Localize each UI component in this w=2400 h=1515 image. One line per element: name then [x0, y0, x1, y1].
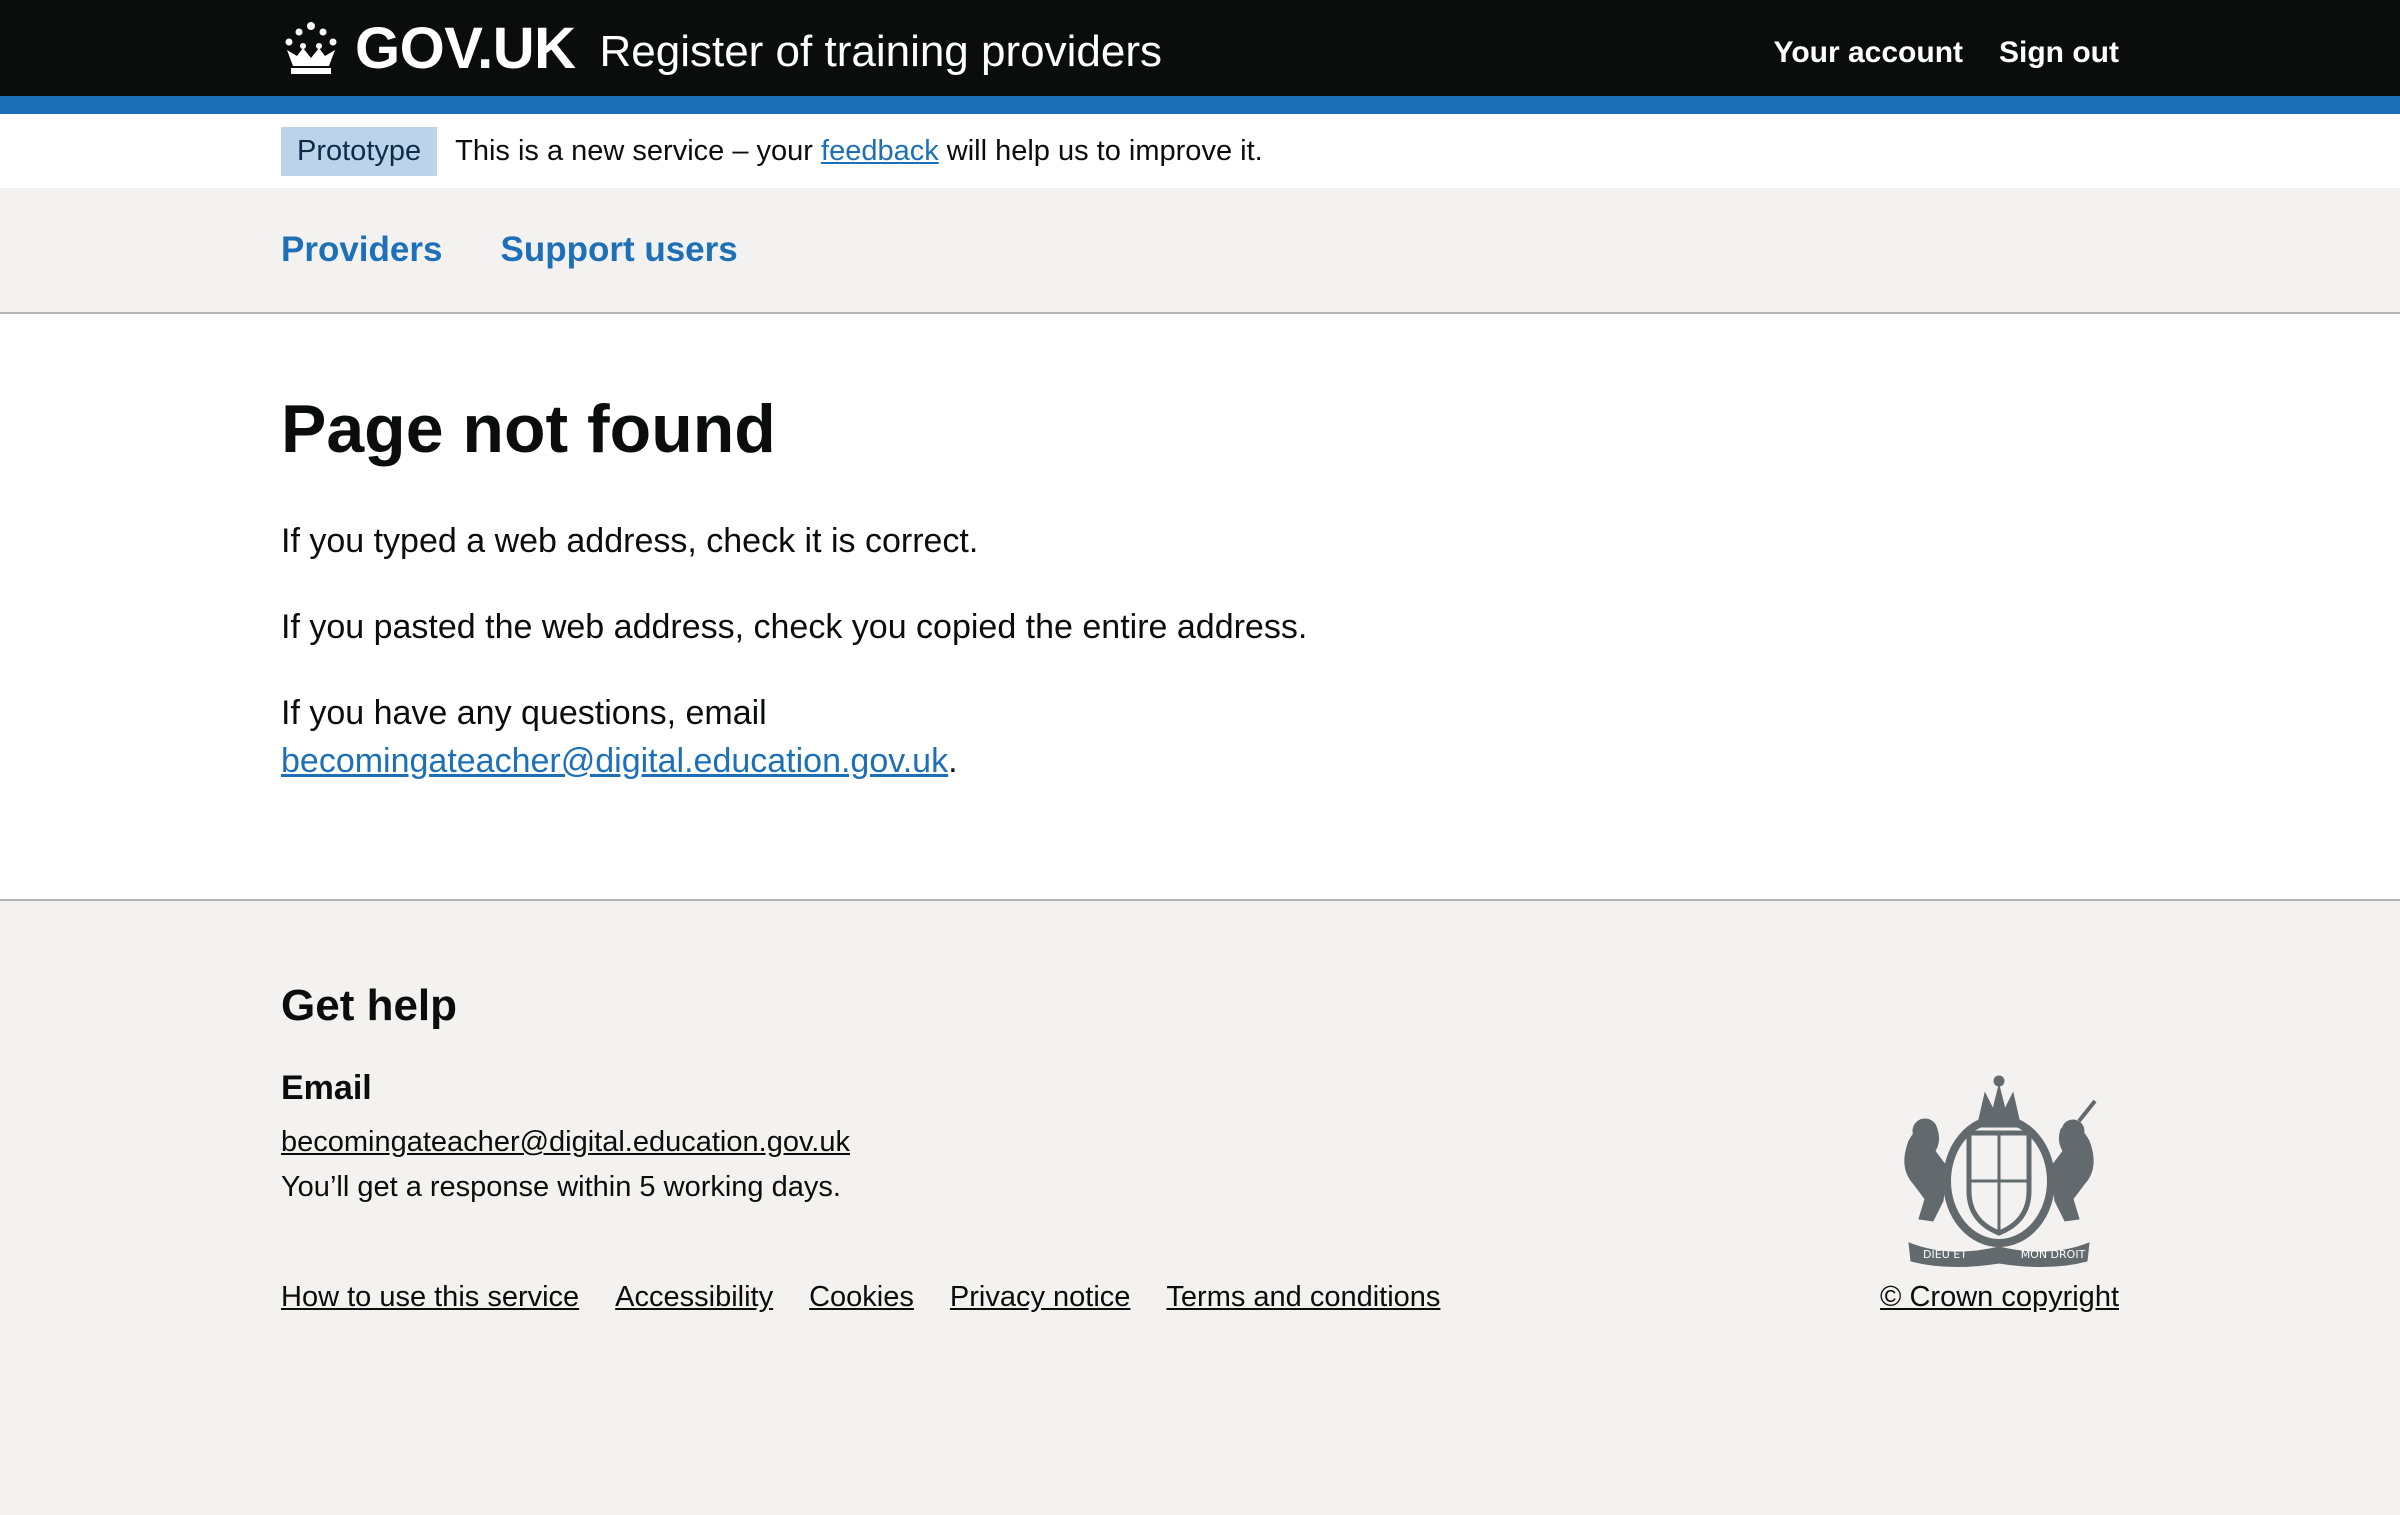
questions-paragraph: If you have any questions, email becomin… [281, 689, 2119, 785]
crest-motto-right: MON DROIT [2021, 1248, 2086, 1261]
questions-full-stop: . [948, 741, 958, 780]
crown-copyright-link[interactable]: © Crown copyright [1880, 1281, 2119, 1313]
footer-email-link[interactable]: becomingateacher@digital.education.gov.u… [281, 1126, 850, 1158]
phase-banner: Prototype This is a new service – your f… [0, 114, 2400, 188]
crest-motto-left: DIEU ET [1923, 1248, 1967, 1261]
phase-text-before: This is a new service – your [455, 134, 813, 167]
header-navigation: Your account Sign out [1774, 36, 2119, 70]
primary-navigation: Providers Support users [0, 188, 2400, 314]
footer-link-accessibility[interactable]: Accessibility [615, 1281, 773, 1314]
site-header: GOV.UK Register of training providers Yo… [0, 0, 2400, 96]
main-content: Page not found If you typed a web addres… [0, 314, 2400, 901]
your-account-link[interactable]: Your account [1774, 36, 1963, 70]
royal-coat-of-arms-icon: DIEU ET MON DROIT [1904, 1075, 2097, 1268]
header-blue-bar [0, 96, 2400, 114]
crown-copyright: © Crown copyright [1880, 1281, 2119, 1314]
footer-link-cookies[interactable]: Cookies [809, 1281, 914, 1314]
support-email-link[interactable]: becomingateacher@digital.education.gov.u… [281, 742, 948, 780]
footer-link-privacy-notice[interactable]: Privacy notice [950, 1281, 1131, 1314]
site-footer: Get help Email becomingateacher@digital.… [0, 901, 2400, 1515]
nav-item-support-users[interactable]: Support users [500, 230, 737, 270]
footer-get-help-heading: Get help [281, 981, 458, 1030]
crown-icon [285, 22, 337, 74]
service-name[interactable]: Register of training providers [599, 27, 1161, 77]
footer-link-terms[interactable]: Terms and conditions [1166, 1281, 1440, 1314]
footer-link-how-to-use[interactable]: How to use this service [281, 1281, 579, 1314]
page-title: Page not found [281, 391, 776, 467]
footer-email-heading: Email [281, 1069, 372, 1107]
govuk-logo-link[interactable]: GOV.UK Register of training providers [281, 8, 1162, 88]
footer-response-time: You’ll get a response within 5 working d… [281, 1171, 841, 1203]
phase-text-after: will help us to improve it. [946, 134, 1263, 167]
typed-address-paragraph: If you typed a web address, check it is … [281, 521, 979, 560]
nav-item-providers[interactable]: Providers [281, 230, 442, 270]
phase-banner-text: This is a new service – your feedback wi… [455, 135, 1263, 168]
feedback-link[interactable]: feedback [821, 135, 939, 167]
sign-out-link[interactable]: Sign out [1999, 36, 2119, 70]
govuk-logo-text: GOV.UK [355, 15, 576, 81]
questions-text: If you have any questions, email [281, 693, 767, 732]
footer-links: How to use this service Accessibility Co… [281, 1281, 1440, 1314]
phase-tag: Prototype [281, 126, 438, 176]
pasted-address-paragraph: If you pasted the web address, check you… [281, 607, 1308, 646]
